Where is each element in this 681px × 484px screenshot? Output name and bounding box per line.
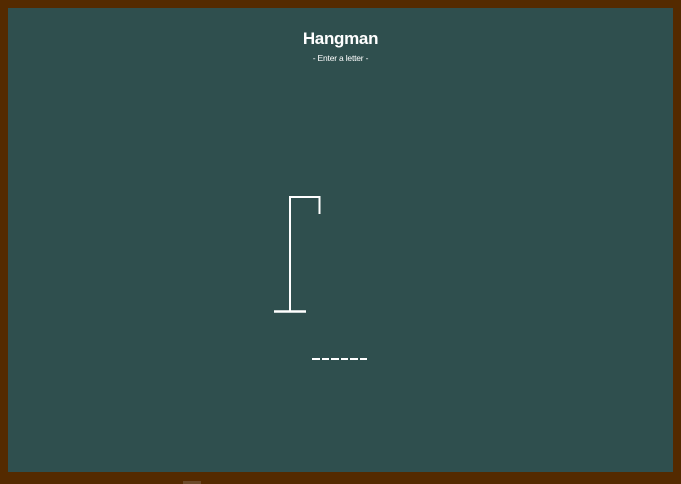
letter-slot [359,358,367,360]
letter-slot [331,358,339,360]
letter-slot [340,358,348,360]
word-slots [312,358,367,360]
letter-slot [321,358,329,360]
letter-slot [350,358,358,360]
gallows-drawing [274,196,321,313]
chalkboard: Hangman - Enter a letter - [0,0,681,484]
letter-slot [312,358,320,360]
